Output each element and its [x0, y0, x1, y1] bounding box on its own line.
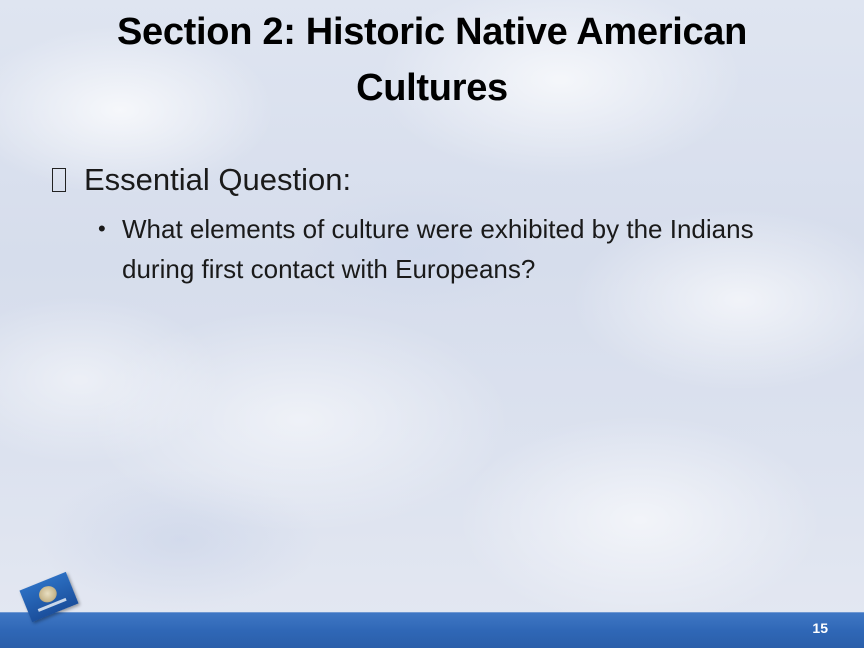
hollow-square-bullet-icon — [52, 168, 66, 192]
slide: Section 2: Historic Native American Cult… — [0, 0, 864, 648]
slide-title: Section 2: Historic Native American Cult… — [116, 11, 748, 109]
bullet-level1-text: Essential Question: — [84, 162, 352, 197]
bullet-level2-text: What elements of culture were exhibited … — [122, 214, 754, 284]
bullet-level2: • What elements of culture were exhibite… — [98, 209, 798, 289]
dot-bullet-icon: • — [98, 216, 106, 241]
bullet-level1: Essential Question: — [52, 160, 351, 200]
footer-bar — [0, 612, 864, 648]
page-number: 15 — [812, 620, 828, 636]
